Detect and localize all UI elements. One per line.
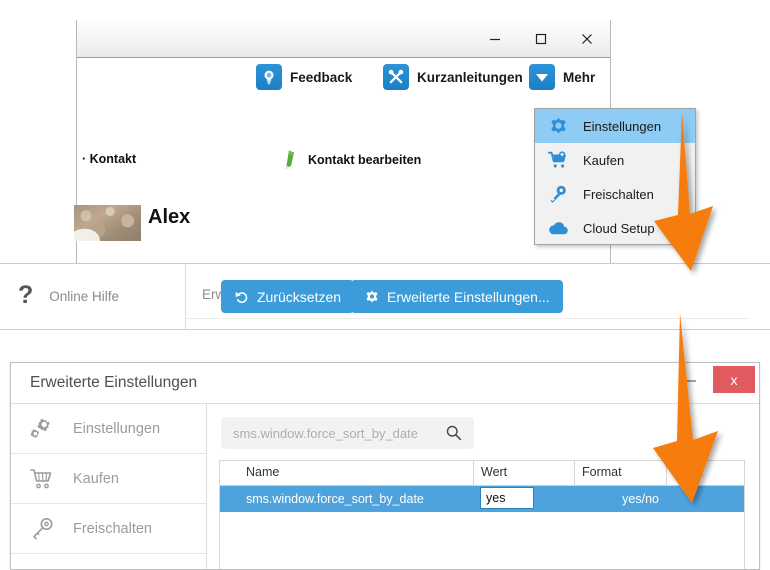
minimize-icon [686,380,696,382]
menu-item-einstellungen-label: Einstellungen [583,118,662,134]
toolbar-item-mehr-label: Mehr [563,69,596,85]
toolbar-item-feedback[interactable]: Feedback [256,64,352,90]
grid-col-wert[interactable]: Wert [474,461,575,485]
advanced-dialog-minimize-button[interactable] [674,366,708,395]
toolbar-item-feedback-label: Feedback [290,69,353,85]
close-icon: x [730,371,738,388]
value-editor-input[interactable]: yes [480,487,534,509]
grid-cell-bereich [667,486,744,512]
main-toolbar: Feedback Kurzanleitungen Mehr [77,64,610,106]
window-close-button[interactable] [564,20,610,57]
menu-item-cloud-setup-label: Cloud Setup [583,220,655,236]
maximize-icon [535,33,547,44]
grid-col-format[interactable]: Format [575,461,667,485]
table-row[interactable]: sms.window.force_sort_by_date yes yes/no [220,486,744,512]
chevron-down-icon [529,64,555,90]
reset-button[interactable]: Zurücksetzen [221,280,355,313]
grid-cell-wert[interactable]: yes [474,486,575,512]
gears-icon [27,414,57,444]
main-window-titlebar [77,20,610,58]
advanced-dialog-title: Erweiterte Einstellungen [30,374,198,391]
sidebar-item-einstellungen[interactable]: Einstellungen [11,404,206,454]
toolbar-item-mehr[interactable]: Mehr [529,64,595,90]
edit-contact-label: Kontakt bearbeiten [308,153,422,167]
shopping-cart-icon [545,147,571,173]
grid-cell-format: yes/no [622,492,659,506]
key-icon [27,514,57,544]
search-icon[interactable] [445,424,462,446]
advanced-dialog-content: Name Wert Format Berei sms.window.force_… [207,404,759,569]
window-maximize-button[interactable] [518,20,564,57]
advanced-dialog-sidebar: Einstellungen Kaufen Freischalten [11,404,207,569]
pencil-icon [285,150,294,170]
menu-item-einstellungen[interactable]: Einstellungen [535,109,695,143]
advanced-settings-dialog: Erweiterte Einstellungen x Einstellungen… [10,362,760,570]
lightbulb-icon [256,64,282,90]
undo-arrow-icon [235,291,248,303]
settings-grid: Name Wert Format Berei sms.window.force_… [219,460,745,569]
advanced-settings-button[interactable]: Erweiterte Einstellungen... [351,280,563,313]
toolbar-item-kurzanleitungen[interactable]: Kurzanleitungen [383,64,523,90]
cloud-icon [545,215,571,241]
contact-breadcrumb: · Kontakt [82,152,137,166]
online-help-button[interactable]: ? Online Hilfe [0,264,186,329]
screenshot-root: Feedback Kurzanleitungen Mehr · Kontakt … [0,0,770,570]
menu-item-kaufen[interactable]: Kaufen [535,143,695,177]
minimize-icon [490,38,500,40]
menu-item-kaufen-label: Kaufen [583,152,625,168]
window-minimize-button[interactable] [472,20,518,57]
grid-empty-space [220,512,744,552]
advanced-settings-button-label: Erweiterte Einstellungen... [387,288,550,305]
advanced-dialog-titlebar: Erweiterte Einstellungen x [11,363,759,404]
grid-cell-name: sms.window.force_sort_by_date [246,492,424,506]
tools-icon [383,64,409,90]
reset-button-label: Zurücksetzen [257,288,342,305]
sidebar-item-freischalten-label: Freischalten [73,520,152,537]
toolbar-item-kurzanleitungen-label: Kurzanleitungen [417,69,523,85]
online-help-label: Online Hilfe [49,289,120,304]
sidebar-item-kaufen[interactable]: Kaufen [11,454,206,504]
gear-icon [545,113,571,139]
shopping-cart-icon [27,464,57,494]
menu-item-freischalten[interactable]: Freischalten [535,177,695,211]
settings-toolbar: ? Online Hilfe Erweiterte Einstellungen … [0,263,770,330]
grid-col-bereich[interactable]: Berei [667,461,744,485]
menu-item-cloud-setup[interactable]: Cloud Setup [535,211,695,245]
search-input[interactable] [221,424,435,442]
close-icon [582,33,592,44]
sidebar-item-kaufen-label: Kaufen [73,470,119,487]
grid-col-name[interactable]: Name [220,461,474,485]
sidebar-item-freischalten[interactable]: Freischalten [11,504,206,554]
question-mark-icon: ? [18,281,34,309]
sidebar-item-einstellungen-label: Einstellungen [73,420,161,437]
gear-icon [366,289,378,303]
grid-header-row: Name Wert Format Berei [220,461,744,486]
advanced-dialog-close-button[interactable]: x [713,366,755,393]
edit-contact-button[interactable]: Kontakt bearbeiten [283,149,421,171]
key-icon [545,181,571,207]
menu-item-freischalten-label: Freischalten [583,186,654,202]
contact-name: Alex [148,206,191,228]
search-box[interactable] [221,417,474,449]
mehr-dropdown-menu: Einstellungen Kaufen Freischalten Cloud … [534,108,696,245]
avatar [74,205,141,241]
